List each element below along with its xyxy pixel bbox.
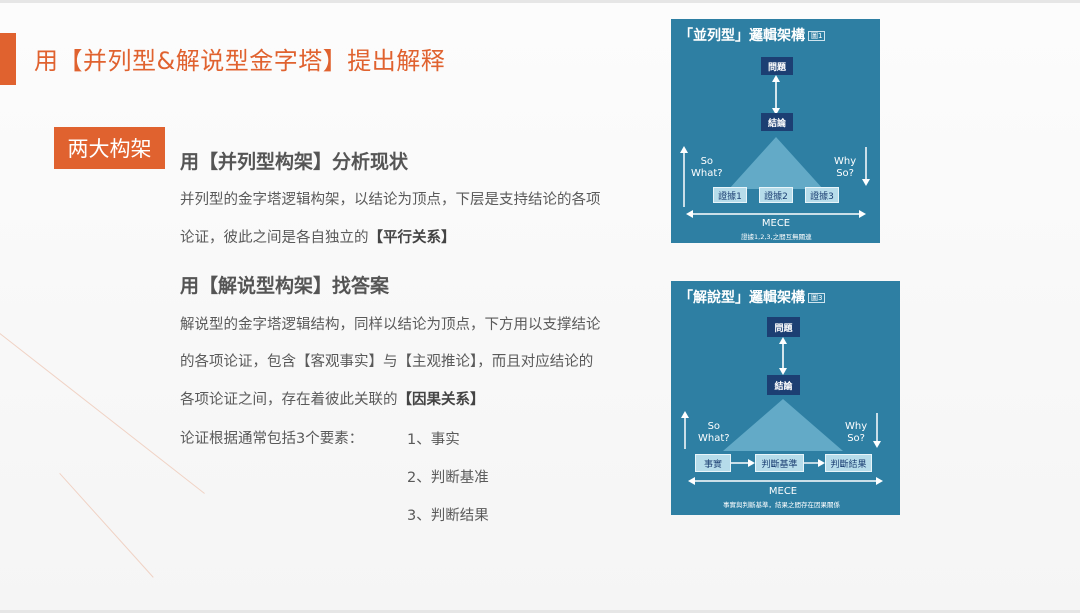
diagram2-title-text: 「解說型」邏輯架構 — [679, 290, 805, 306]
parallel-relation-label: 【平行关系】 — [368, 230, 456, 246]
section-tag: 两大构架 — [54, 127, 165, 169]
parallel-pyramid-diagram: 「並列型」邏輯架構 圖1 問題 結論 So What? Why So? 證據1 證據2… — [671, 19, 880, 243]
mece-label: MECE — [768, 486, 798, 497]
section2-line3: 各项论证之间，存在着彼此关联的【因果关系】 — [180, 388, 485, 409]
diagram1-title: 「並列型」邏輯架構 圖1 — [679, 25, 826, 45]
diagram2-figure-note: 圖3 — [808, 293, 826, 303]
diagram1-footnote: 證據1,2,3,之間互無關連 — [741, 233, 812, 241]
explanatory-pyramid-diagram: 「解說型」邏輯架構 圖3 問題 結論 So What? Why So? 事實 判斷基準… — [671, 281, 900, 515]
conclusion-box: 結論 — [761, 113, 793, 131]
diagram2-footnote: 事實與判斷基準，結果之間存在因果關係 — [723, 501, 840, 509]
evidence-box: 證據3 — [805, 187, 839, 203]
judgment-result-box: 判斷結果 — [825, 454, 872, 472]
section2-line3-text: 各项论证之间，存在着彼此关联的 — [180, 392, 398, 408]
why-so-label: Why So? — [845, 421, 868, 444]
section1-heading: 用【并列型构架】分析现状 — [180, 151, 409, 173]
criteria-box: 判斷基準 — [755, 454, 804, 472]
page-title: 用【并列型&解说型金字塔】提出解释 — [34, 47, 446, 75]
section1-line2-text: 论证，彼此之间是各自独立的 — [180, 230, 369, 246]
elements-intro: 论证根据通常包括3个要素： — [180, 431, 364, 447]
element-item: 1、事实 — [407, 432, 460, 448]
decorative-line — [59, 473, 154, 578]
so-what-label: So What? — [698, 421, 730, 444]
fact-box: 事實 — [695, 454, 731, 472]
why-so-label: Why So? — [834, 156, 857, 179]
slide: 用【并列型&解说型金字塔】提出解释 两大构架 用【并列型构架】分析现状 并列型的… — [0, 0, 1080, 613]
element-item: 2、判断基准 — [407, 470, 489, 486]
evidence-box: 證據1 — [713, 187, 747, 203]
evidence-box: 證據2 — [759, 187, 793, 203]
section2-line1: 解说型的金字塔逻辑结构，同样以结论为顶点，下方用以支撑结论 — [180, 317, 601, 333]
section2-heading: 用【解说型构架】找答案 — [180, 275, 390, 297]
question-box: 問題 — [767, 317, 800, 337]
diagram-graphics — [680, 75, 870, 218]
conclusion-box: 結論 — [767, 375, 800, 395]
section1-line2: 论证，彼此之间是各自独立的【平行关系】 — [180, 226, 456, 247]
so-what-label: So What? — [691, 156, 723, 179]
diagram2-title: 「解說型」邏輯架構 圖3 — [679, 287, 826, 307]
section2-line2: 的各项论证，包含【客观事实】与【主观推论】，而且对应结论的 — [180, 354, 594, 370]
mece-label: MECE — [761, 218, 791, 229]
diagram1-figure-note: 圖1 — [808, 31, 826, 41]
causal-relation-label: 【因果关系】 — [397, 392, 485, 408]
diagram1-title-text: 「並列型」邏輯架構 — [679, 28, 805, 44]
section1-line1: 并列型的金字塔逻辑构架，以结论为顶点，下层是支持结论的各项 — [180, 192, 601, 208]
decorative-line — [0, 333, 205, 494]
title-accent-bar — [0, 33, 16, 85]
element-item: 3、判断结果 — [407, 508, 489, 524]
question-box: 問題 — [761, 57, 793, 75]
